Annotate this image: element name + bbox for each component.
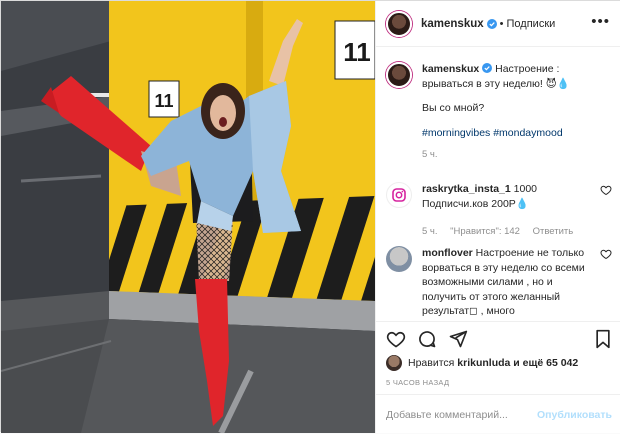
post-photo[interactable]: 11 11 (1, 1, 375, 433)
comment-username[interactable]: monflover (422, 247, 473, 259)
author-avatar[interactable] (386, 10, 412, 37)
comment-item: monflover Настроение не только ворваться… (386, 246, 612, 319)
publish-button[interactable]: Опубликовать (537, 409, 612, 421)
caption-username[interactable]: kamenskux (422, 63, 479, 75)
post-header: kamenskux • Подписки ••• (376, 1, 620, 47)
post-timestamp[interactable]: 5 ЧАСОВ НАЗАД (386, 378, 449, 387)
comment-item: raskrytka_insta_1 1000 Подписчи.ков 200Р… (386, 182, 612, 240)
comment-like-heart-icon[interactable] (600, 184, 612, 196)
instagram-logo-icon (392, 188, 406, 202)
header-separator: • (499, 17, 504, 30)
comment-reply-button[interactable]: Ответить (533, 226, 574, 237)
sign-left-number: 11 (154, 91, 173, 111)
share-paper-plane-icon[interactable] (448, 329, 468, 349)
comment-bubble-icon[interactable] (417, 329, 437, 349)
caption-avatar[interactable] (386, 62, 412, 88)
likes-count[interactable]: и ещё 65 042 (513, 357, 578, 369)
like-heart-icon[interactable] (386, 329, 406, 349)
photo-illustration: 11 11 (1, 1, 375, 433)
comments-list: kamenskux Настроение : врываться в эту н… (376, 48, 620, 320)
add-comment-input[interactable]: Добавьте комментарий... (386, 409, 537, 421)
instagram-post-window: 11 11 kamenskux • Подписки ••• kamenskux… (0, 0, 620, 433)
caption-line2: Вы со мной? (422, 102, 485, 114)
likes-summary[interactable]: Нравится krikunluda и ещё 65 042 (386, 355, 578, 371)
caption-hashtags[interactable]: #morningvibes #mondaymood (422, 126, 612, 141)
post-actions: Нравится krikunluda и ещё 65 042 5 ЧАСОВ… (376, 321, 620, 433)
comment-username[interactable]: raskrytka_insta_1 (422, 183, 511, 195)
comment-time[interactable]: 5 ч. (422, 226, 438, 237)
author-username[interactable]: kamenskux (421, 18, 484, 30)
comment-avatar[interactable] (386, 246, 412, 272)
add-comment-bar: Добавьте комментарий... Опубликовать (376, 394, 620, 434)
caption-time[interactable]: 5 ч. (422, 149, 438, 160)
liker-avatar (386, 355, 402, 371)
more-options-icon[interactable]: ••• (591, 14, 610, 29)
comment-like-heart-icon[interactable] (600, 248, 612, 260)
comment-avatar-instagram-icon[interactable] (386, 182, 412, 208)
save-bookmark-icon[interactable] (594, 329, 612, 349)
post-side-panel: kamenskux • Подписки ••• kamenskux Настр… (375, 1, 620, 433)
likes-user[interactable]: krikunluda (457, 357, 510, 369)
verified-badge-icon (486, 18, 497, 29)
comment-likes[interactable]: "Нравится": 142 (450, 226, 520, 237)
caption-verified-icon (482, 63, 493, 73)
following-button[interactable]: Подписки (507, 18, 556, 30)
likes-prefix: Нравится (408, 357, 455, 369)
caption: kamenskux Настроение : врываться в эту н… (386, 62, 612, 163)
sign-right-number: 11 (343, 37, 371, 67)
